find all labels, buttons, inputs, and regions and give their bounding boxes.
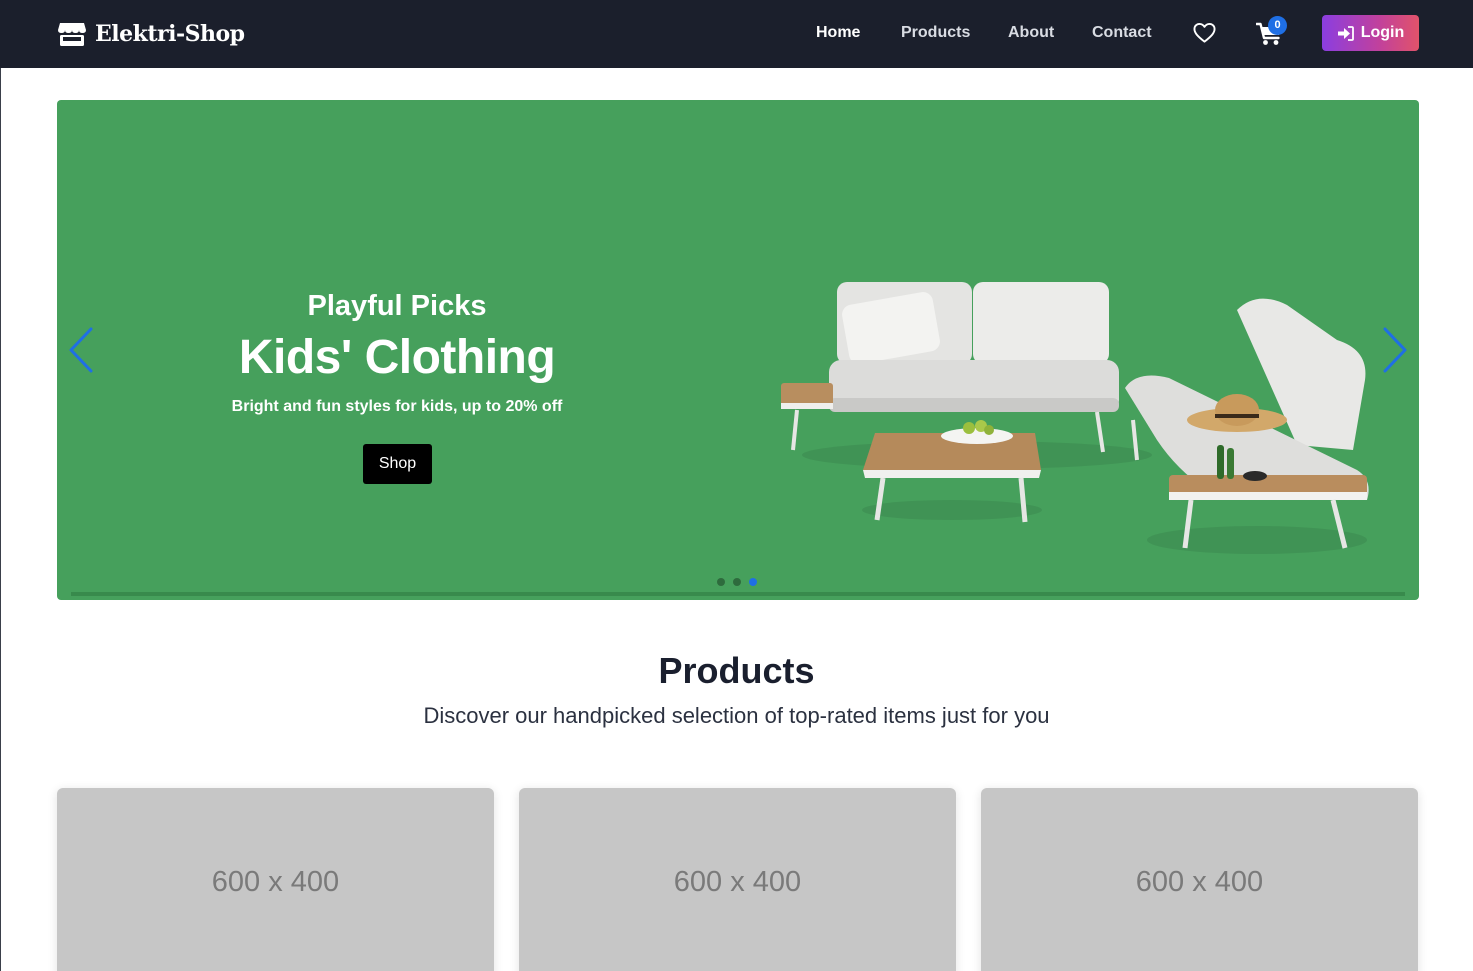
cart-count-badge: 0 [1268, 16, 1287, 35]
carousel-dot-3[interactable] [749, 578, 757, 586]
product-image-placeholder: 600 x 400 [211, 866, 340, 898]
login-label: Login [1360, 24, 1405, 41]
carousel-indicators [717, 578, 757, 586]
page-edge [0, 68, 1, 971]
sign-in-icon [1337, 25, 1354, 41]
nav-products[interactable]: Products [901, 22, 970, 44]
heart-icon[interactable] [1193, 22, 1216, 44]
navbar: Elektri-Shop Home Products About Contact… [0, 0, 1473, 68]
products-heading: Products [658, 650, 815, 691]
nav-about[interactable]: About [1008, 22, 1054, 44]
hero-subtitle: Playful Picks [307, 290, 487, 322]
chevron-right-icon[interactable] [1381, 326, 1409, 374]
carousel-dot-2[interactable] [733, 578, 741, 586]
product-image-placeholder: 600 x 400 [673, 866, 802, 898]
product-card[interactable]: 600 x 400 [981, 788, 1418, 971]
brand-logo[interactable]: Elektri-Shop [57, 18, 245, 50]
store-icon [58, 23, 86, 46]
login-button[interactable]: Login [1322, 15, 1419, 51]
shop-button[interactable]: Shop [363, 444, 432, 484]
product-card[interactable]: 600 x 400 [519, 788, 956, 971]
product-image-placeholder: 600 x 400 [1135, 866, 1264, 898]
hero-description: Bright and fun styles for kids, up to 20… [231, 398, 563, 415]
carousel-dot-1[interactable] [717, 578, 725, 586]
carousel-progress-bar [71, 592, 1405, 596]
nav-home[interactable]: Home [816, 22, 860, 44]
hero-product-image [781, 282, 1369, 554]
product-card[interactable]: 600 x 400 [57, 788, 494, 971]
hero-title: Kids' Clothing [238, 331, 556, 384]
nav-contact[interactable]: Contact [1092, 22, 1152, 44]
hero-carousel: Playful Picks Kids' Clothing Bright and … [57, 100, 1419, 600]
products-subheading: Discover our handpicked selection of top… [423, 703, 1050, 728]
brand-name: Elektri-Shop [95, 21, 245, 47]
